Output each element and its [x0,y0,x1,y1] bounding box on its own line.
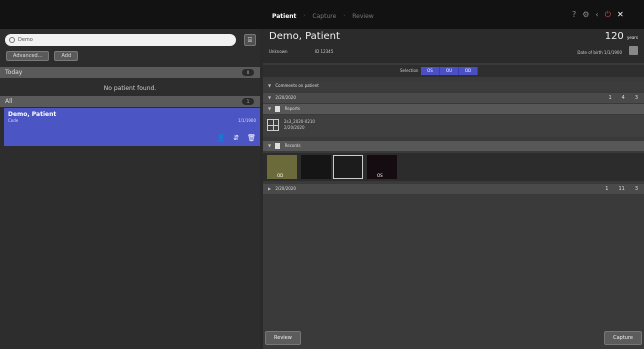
nav-separator: › [343,13,346,19]
search-input[interactable] [18,37,218,43]
record-thumbnails: OD OS [263,153,644,181]
comments-section[interactable]: ▼ Comments on patient [263,81,644,91]
patient-detail-panel: Demo, Patient 120 years Unknown ID 12345… [263,29,644,349]
thumbnail-image[interactable]: OD [267,155,297,179]
workflow-nav: Patient › Capture › Review [272,10,374,22]
calendar-icon[interactable] [629,46,638,55]
all-count-badge: 1 [242,98,254,105]
section-today-label: Today [5,69,23,76]
eye-option-os[interactable]: OS [421,67,440,75]
power-icon[interactable]: ⏻ [605,9,611,21]
barcode-scan-button[interactable]: ⌸ [244,34,256,46]
section-all-label: All [5,98,13,105]
search-row: ⌸ [5,34,256,48]
expand-icon: ▼ [268,143,272,148]
patient-sex: Unknown [269,49,288,54]
patient-item-code: Code [8,118,19,123]
exam-counts-2: 1 11 3 [605,184,638,194]
document-icon [275,106,281,112]
expand-icon: ▼ [268,106,272,111]
patient-dob: Date of birth 1/1/1900 [577,50,622,55]
doc-count-2: 11 [618,186,625,192]
eye-option-od[interactable]: OD [459,67,478,75]
records-section[interactable]: ▼ Records [263,141,644,151]
reports-section[interactable]: ▼ Reports [263,104,644,114]
search-field[interactable] [5,34,236,46]
list-actions: Advanced... Add [6,51,79,61]
top-icons: ? ⚙ ‹ ⏻ ✕ [572,9,624,21]
thumbnail-image[interactable] [301,155,331,179]
comments-label: Comments on patient [275,83,319,88]
patient-item-date: 1/1/1900 [238,118,256,123]
settings-icon[interactable]: ⚙ [582,9,589,21]
no-patient-message: No patient found. [103,85,157,92]
thumbnail-label: OS [377,173,383,178]
selection-label: Selection [400,68,419,73]
close-icon[interactable]: ✕ [617,9,624,21]
patient-age: 120 years [605,31,638,42]
report-text: 2s3_2020-0210 2/20/2020 [284,119,315,131]
review-button[interactable]: Review [265,331,301,345]
section-today[interactable]: Today 0 [0,67,260,78]
expand-icon: ▶ [268,186,272,191]
dob-value: 1/1/1900 [604,50,622,55]
report-grid-icon [267,119,279,131]
reports-label: Reports [284,106,300,111]
advanced-button[interactable]: Advanced... [6,51,50,61]
exam-date-row[interactable]: ▼ 2/20/2020 1 4 3 [263,93,644,103]
doc-count-1: 1 [605,186,609,192]
search-icon [9,37,15,43]
patient-header: Demo, Patient 120 years Unknown ID 12345… [263,29,644,63]
patient-list-item[interactable]: Demo, Patient Code 1/1/1900 👤 ⇵ 🗑 [4,108,260,146]
dob-label: Date of birth [577,50,603,55]
today-count-badge: 0 [242,69,254,76]
edit-patient-icon[interactable]: 👤 [217,134,226,142]
delete-patient-icon[interactable]: 🗑 [247,134,256,142]
patient-list-panel: ⌸ Advanced... Add Today 0 No patient fou… [0,29,260,349]
doc-count-2: 4 [621,95,625,101]
thumbnail-label: OD [277,173,284,178]
patient-item-actions: 👤 ⇵ 🗑 [217,134,256,142]
tab-patient[interactable]: Patient [272,13,296,20]
records-label: Records [284,143,301,148]
report-item[interactable]: 2s3_2020-0210 2/20/2020 [263,115,644,137]
help-icon[interactable]: ? [572,9,576,21]
nav-separator: › [303,13,306,19]
merge-patient-icon[interactable]: ⇵ [233,134,239,142]
eye-option-ou[interactable]: OU [440,67,459,75]
exam-date: 2/20/2020 [275,95,296,100]
expand-icon: ▼ [268,83,272,88]
capture-button[interactable]: Capture [604,331,642,345]
exam-date-row-2[interactable]: ▶ 2/20/2020 1 11 3 [263,184,644,194]
patient-id: ID 12345 [315,49,334,54]
exam-date-2: 2/20/2020 [275,186,296,191]
expand-icon: ▼ [268,95,272,100]
thumbnail-image[interactable]: OS [367,155,397,179]
report-date: 2/20/2020 [284,125,305,130]
patient-name: Demo, Patient [269,31,340,42]
patient-age-value: 120 [604,31,624,42]
doc-count-3: 3 [634,186,638,192]
back-icon[interactable]: ‹ [595,9,598,21]
thumbnail-image[interactable] [333,155,363,179]
document-icon [275,143,281,149]
tab-review[interactable]: Review [352,13,373,20]
top-bar: Patient › Capture › Review ? ⚙ ‹ ⏻ ✕ [0,0,644,29]
patient-item-name: Demo, Patient [8,111,57,118]
patient-age-unit: years [626,35,638,40]
exam-counts: 1 4 3 [608,93,638,103]
doc-count-3: 3 [634,95,638,101]
doc-count-1: 1 [608,95,612,101]
tab-capture[interactable]: Capture [312,13,336,20]
eye-selector: OS OU OD [421,67,478,75]
selection-row: Selection OS OU OD [263,65,644,77]
add-patient-button[interactable]: Add [54,51,79,61]
section-all[interactable]: All 1 [0,96,260,107]
